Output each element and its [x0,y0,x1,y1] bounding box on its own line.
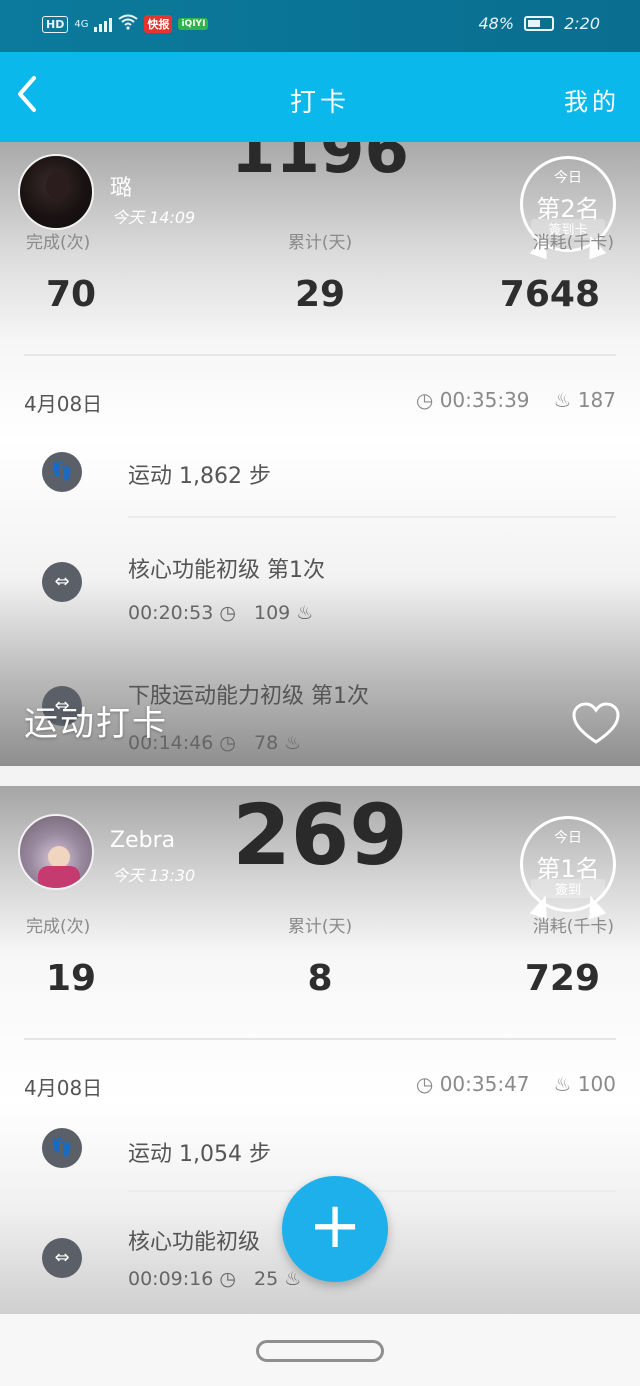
workout-date: 4月08日 [24,392,103,416]
activity-title: 核心功能初级 第1次 [128,558,325,583]
home-indicator[interactable] [256,1340,384,1362]
clock: 2:20 [564,14,600,33]
flame-icon: ♨ [296,602,314,624]
duration: ◷ 00:35:39 [415,388,530,412]
card-gap [0,766,640,786]
avatar[interactable] [18,814,94,890]
checkin-card[interactable]: 1196 璐 今天 14:09 今日 第2名 簽到卡 完成(次) 累计(天) 消… [0,142,640,766]
system-nav-bar [0,1314,640,1386]
user-name[interactable]: Zebra [110,828,175,853]
hd-indicator: HD [42,15,69,33]
stat-value-kcal: 7648 [499,274,600,315]
stat-label-kcal: 消耗(千卡) [532,917,614,937]
flame-icon: ♨ [553,1072,572,1096]
nav-bar: 打卡 我的 [0,52,640,142]
calories: ♨ 100 [553,1072,616,1096]
clock-icon: ◷ [415,388,434,412]
network-type: 4G [74,18,89,30]
battery-percent: 48% [478,14,515,33]
stat-value-kcal: 729 [524,958,600,999]
battery-icon [524,16,555,31]
calories: ♨ 187 [553,388,616,412]
activity-divider [128,516,616,518]
activity-title: 运动 1,054 步 [128,1142,271,1167]
flame-icon: ♨ [284,732,302,754]
rank-badge: 今日 第1名 簽到 [520,816,616,920]
avatar[interactable] [18,154,94,230]
dumbbell-icon: ⇔ [42,1238,82,1278]
duration: ◷ 00:35:47 [415,1072,530,1096]
iqiyi-notification-icon: iQIYI [178,18,209,30]
post-time: 今天 14:09 [112,208,196,227]
workout-meta: ◷ 00:35:47 ♨ 100 [416,1072,616,1096]
status-bar: HD 4G 快报 iQIYI 48% 2:20 [0,0,640,52]
mine-button[interactable]: 我的 [564,82,620,117]
stat-label-kcal: 消耗(千卡) [532,233,614,253]
wifi-icon [118,14,139,34]
card-caption: 运动打卡 [24,704,168,744]
signal-icon [94,16,113,32]
post-time: 今天 13:30 [112,866,196,885]
add-checkin-button[interactable]: + [282,1176,388,1282]
status-right: 48% 2:20 [479,14,601,33]
footprint-icon: 👣 [42,452,82,492]
activity-meta: 00:20:53 ◷ 109 ♨ [128,602,314,624]
app-notification-icon: 快报 [144,15,173,33]
divider [24,354,616,356]
heart-icon [572,702,620,744]
clock-icon: ◷ [219,602,236,624]
activity-meta: 00:09:16 ◷ 25 ♨ [128,1268,302,1290]
like-button[interactable] [572,702,620,746]
status-left: HD 4G 快报 iQIYI [42,14,209,34]
badge-today: 今日 [554,830,582,846]
clock-icon: ◷ [219,1268,236,1290]
badge-today: 今日 [554,170,582,186]
workout-meta: ◷ 00:35:39 ♨ 187 [416,388,616,412]
workout-date: 4月08日 [24,1076,103,1100]
footprint-icon: 👣 [42,1128,82,1168]
flame-icon: ♨ [284,1268,302,1290]
activity-title: 运动 1,862 步 [128,464,271,489]
divider [24,1038,616,1040]
activity-title: 核心功能初级 [128,1230,261,1255]
clock-icon: ◷ [415,1072,434,1096]
flame-icon: ♨ [553,388,572,412]
dumbbell-icon: ⇔ [42,562,82,602]
clock-icon: ◷ [219,732,236,754]
user-name[interactable]: 璐 [110,170,132,202]
page-title: 打卡 [289,88,350,118]
